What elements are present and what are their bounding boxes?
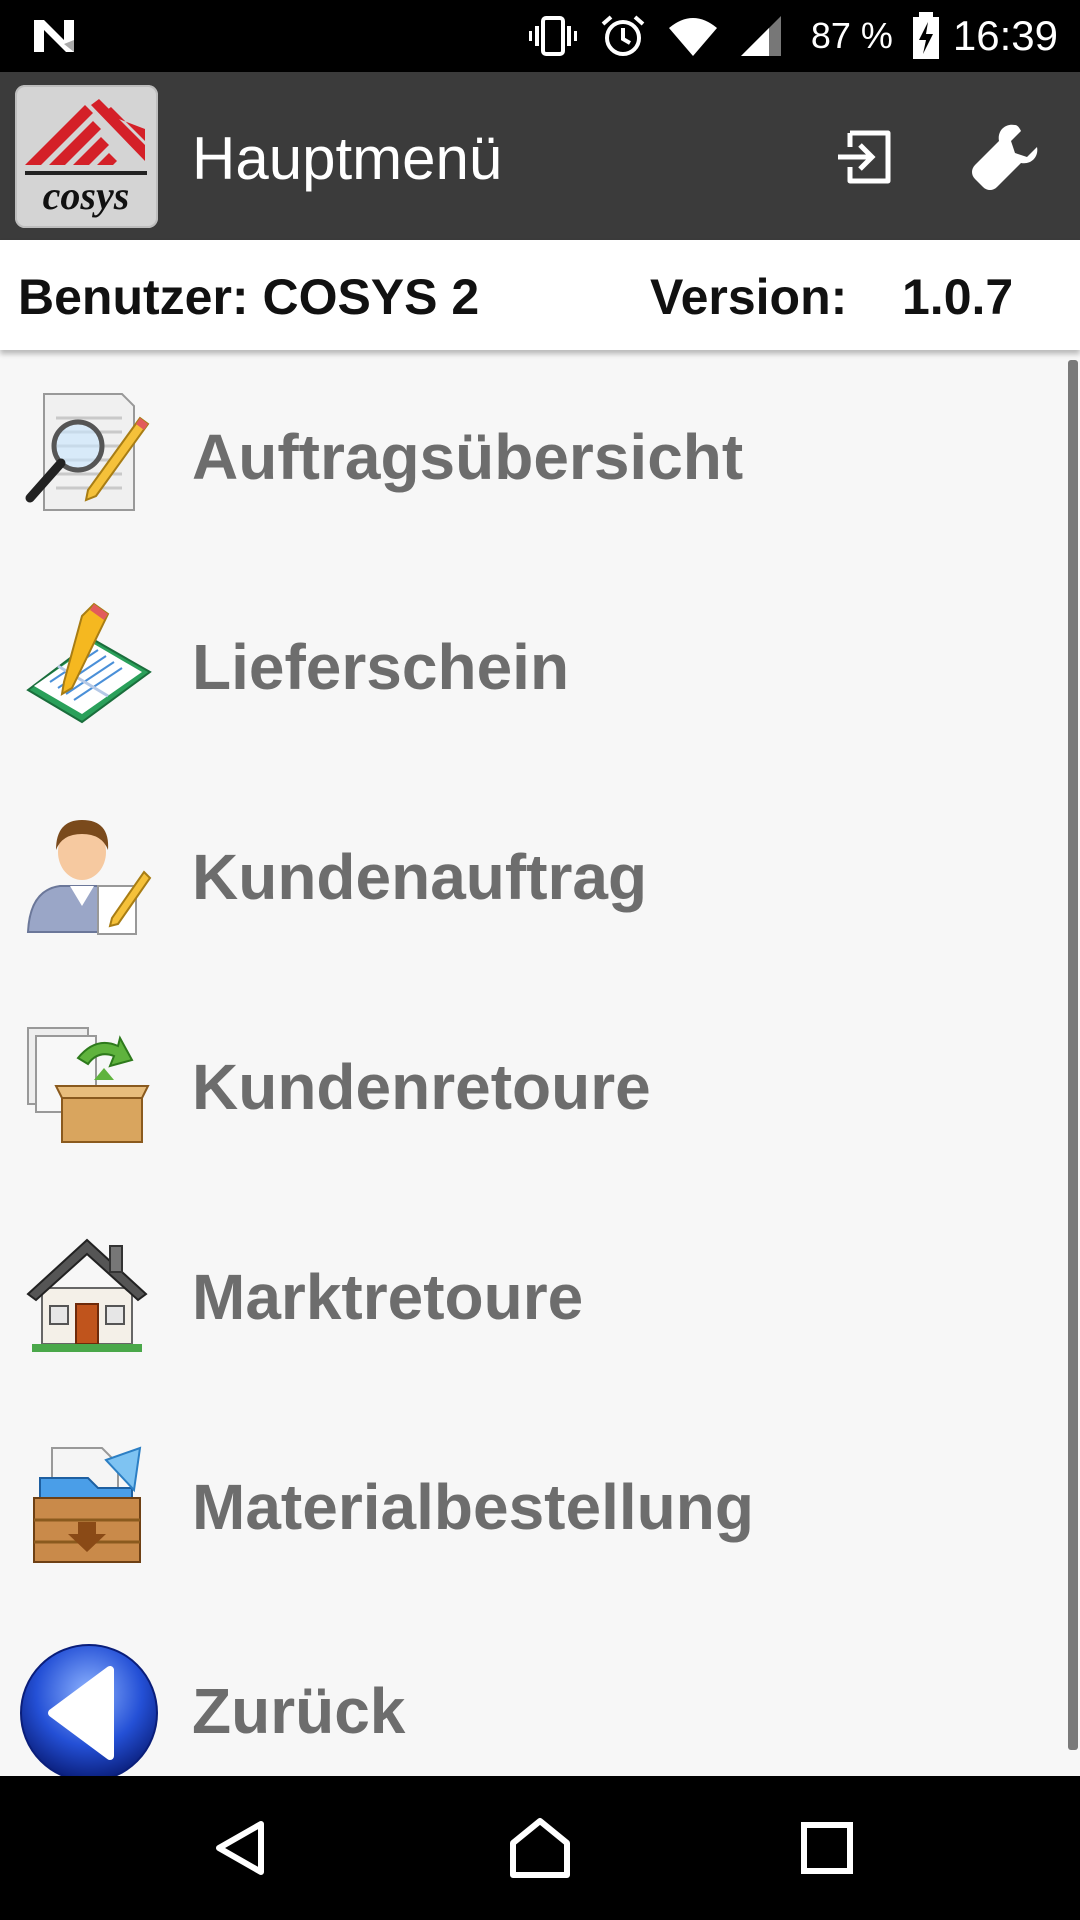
nav-back-icon — [216, 1821, 264, 1875]
menu-item-kundenretoure[interactable]: Kundenretoure — [0, 980, 1068, 1190]
menu-item-kundenauftrag[interactable]: Kundenauftrag — [0, 770, 1068, 980]
version-value: 1.0.7 — [902, 269, 1014, 325]
nav-recents-icon — [801, 1822, 853, 1874]
notebook-pencil-icon — [26, 602, 152, 724]
menu-item-label: Kundenretoure — [192, 1051, 651, 1123]
vibrate-icon — [528, 16, 577, 56]
battery-percent: 87 % — [810, 15, 893, 56]
screen: 87 % 16:39 cosys Hauptmenü Benutzer: COS… — [0, 0, 1080, 1920]
menu-item-label: Kundenauftrag — [192, 841, 648, 913]
customer-order-icon — [26, 820, 152, 935]
alarm-icon — [601, 15, 645, 56]
page-title: Hauptmenü — [192, 125, 503, 192]
document-search-icon — [25, 393, 150, 511]
menu-item-zurueck[interactable]: Zurück — [0, 1610, 1068, 1776]
status-icons: 87 % 16:39 — [509, 0, 1058, 72]
menu-item-lieferschein[interactable]: Lieferschein — [0, 560, 1068, 770]
menu-item-marktretoure[interactable]: Marktretoure — [0, 1190, 1068, 1400]
menu-item-label: Zurück — [192, 1675, 406, 1747]
app-bar: cosys Hauptmenü — [0, 72, 1080, 240]
clock: 16:39 — [952, 12, 1058, 59]
nav-back-button[interactable] — [196, 1806, 286, 1890]
battery-charging-icon — [912, 12, 939, 59]
user-label: Benutzer: COSYS 2 — [18, 269, 480, 325]
navigation-bar — [0, 1776, 1080, 1920]
cosys-logo-icon: cosys — [25, 99, 147, 218]
cell-signal-icon — [740, 16, 781, 56]
menu-item-materialbestellung[interactable]: Materialbestellung — [0, 1400, 1068, 1610]
cosys-logo: cosys — [15, 85, 158, 228]
main-menu: Auftragsübersicht Lieferschein Kundenauf… — [0, 350, 1068, 1776]
logout-button[interactable] — [820, 112, 910, 202]
version-label: Version: — [650, 269, 848, 325]
status-bar: 87 % 16:39 — [0, 0, 1080, 72]
n-notification-icon — [34, 20, 74, 52]
nav-home-button[interactable] — [495, 1806, 585, 1890]
settings-wrench-icon — [972, 124, 1038, 190]
menu-item-label: Marktretoure — [192, 1261, 584, 1333]
wifi-icon — [668, 18, 717, 56]
customer-return-icon — [27, 1027, 150, 1143]
nav-recents-button[interactable] — [782, 1806, 872, 1890]
material-box-icon — [33, 1446, 142, 1563]
nav-home-icon — [510, 1818, 570, 1878]
menu-item-label: Materialbestellung — [192, 1471, 754, 1543]
house-icon — [26, 1238, 148, 1352]
menu-item-label: Auftragsübersicht — [192, 421, 744, 493]
scrollbar[interactable] — [1068, 360, 1078, 1750]
logout-icon — [838, 130, 891, 184]
back-arrow-icon — [20, 1644, 158, 1776]
logo-text: cosys — [43, 173, 130, 218]
settings-button[interactable] — [960, 112, 1050, 202]
menu-item-label: Lieferschein — [192, 631, 570, 703]
menu-item-auftragsuebersicht[interactable]: Auftragsübersicht — [0, 350, 1068, 560]
info-bar: Benutzer: COSYS 2 Version: 1.0.7 — [0, 240, 1080, 350]
